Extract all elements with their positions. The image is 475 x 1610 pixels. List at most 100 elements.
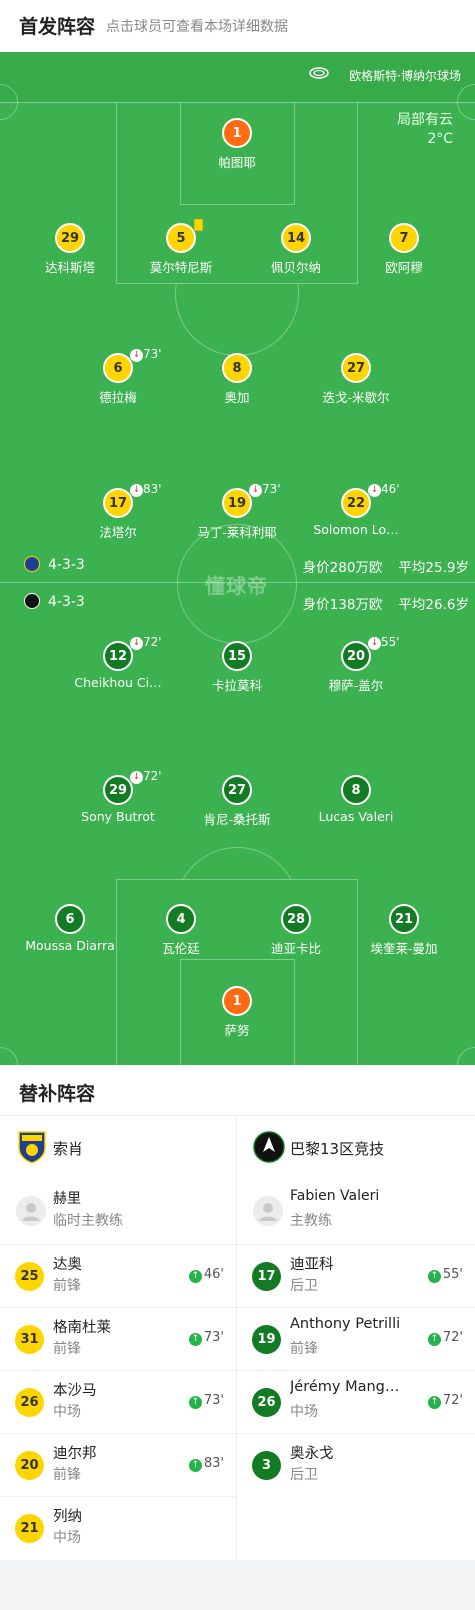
home-player[interactable]: 19 ↓ 73' 马丁-莱科利耶 xyxy=(177,482,297,541)
lineup-title: 首发阵容 xyxy=(19,16,96,38)
away-coach-name: Fabien Valeri xyxy=(290,1188,380,1204)
sub-on-minute: 72' xyxy=(442,1393,463,1408)
sub-off-minute: 72' xyxy=(143,769,162,783)
away-player[interactable]: 15 卡拉莫科 xyxy=(177,641,297,694)
home-player[interactable]: 22 ↓ 46' Solomon Lo… xyxy=(296,482,416,537)
home-player[interactable]: 1 帕图耶 xyxy=(177,118,297,171)
away-player[interactable]: 27 肯尼-桑托斯 xyxy=(177,775,297,828)
sub-on-icon: ↑ xyxy=(427,1333,441,1346)
sub-on-minute: 83' xyxy=(203,1456,224,1471)
corner-arc-bl xyxy=(0,1047,18,1065)
player-number: 12 xyxy=(103,641,133,671)
sub-position: 前锋 xyxy=(53,1341,81,1357)
home-player[interactable]: 29 达科斯塔 xyxy=(10,223,130,276)
sub-name: 迪亚科 xyxy=(290,1257,334,1273)
sub-on-minute: 55' xyxy=(442,1267,463,1282)
corner-arc-br xyxy=(457,1047,475,1065)
away-player[interactable]: 28 迪亚卡比 xyxy=(236,904,356,957)
sub-off-marker: ↓ 73' xyxy=(130,347,162,362)
sub-position: 后卫 xyxy=(290,1278,318,1294)
lineup-subtitle: 点击球员可查看本场详细数据 xyxy=(106,19,288,35)
player-name: 莫尔特尼斯 xyxy=(149,260,213,275)
sub-row[interactable]: 25 达奥 前锋 ↑ 46' xyxy=(0,1244,236,1307)
sub-name: 奥永戈 xyxy=(290,1446,334,1462)
sub-off-marker: ↓ 73' xyxy=(249,482,281,497)
away-player[interactable]: 6 Moussa Diarra xyxy=(10,904,130,953)
home-player[interactable]: 14 佩贝尔纳 xyxy=(236,223,356,276)
away-stats: 身价138万欧 平均26.6岁 xyxy=(287,593,469,613)
away-coach[interactable]: Fabien Valeri 主教练 xyxy=(237,1180,475,1244)
sub-row[interactable]: 19 Anthony Petrilli 前锋 ↑ 72' xyxy=(237,1307,475,1370)
player-name: 帕图耶 xyxy=(218,155,256,170)
sub-row[interactable]: 26 Jérémy Mang… 中场 ↑ 72' xyxy=(237,1370,475,1433)
away-player[interactable]: 21 埃奎莱-曼加 xyxy=(344,904,464,957)
away-player[interactable]: 4 瓦伦廷 xyxy=(121,904,241,957)
sub-on-minute: 72' xyxy=(442,1330,463,1345)
away-formation: 4-3-3 xyxy=(24,593,85,610)
sub-off-minute: 73' xyxy=(143,347,162,361)
sub-name: 迪尔邦 xyxy=(53,1446,97,1462)
player-name: 肯尼-桑托斯 xyxy=(203,812,271,827)
pitch: 欧格斯特·博纳尔球场 懂球帝 局部有云 2°C 1 帕图耶 29 达科斯塔 5 莫尔特尼斯… xyxy=(0,52,475,1065)
away-team-row[interactable]: 巴黎13区竞技 xyxy=(237,1116,475,1180)
home-player[interactable]: 8 奥加 xyxy=(177,353,297,406)
home-coach[interactable]: 赫里 临时主教练 xyxy=(0,1180,236,1244)
sub-row[interactable]: 17 迪亚科 后卫 ↑ 55' xyxy=(237,1244,475,1307)
player-name: 迭戈-米歇尔 xyxy=(322,390,390,405)
subs-title: 替补阵容 xyxy=(19,1083,96,1105)
yellow-card-icon xyxy=(194,219,203,231)
player-number: 7 xyxy=(389,223,419,253)
sub-off-marker: ↓ 83' xyxy=(130,482,162,497)
player-number: 14 xyxy=(281,223,311,253)
weather: 局部有云 2°C xyxy=(397,111,453,149)
sub-on-minute: 46' xyxy=(203,1267,224,1282)
sub-row[interactable]: 3 奥永戈 后卫 xyxy=(237,1433,475,1496)
sub-off-icon: ↓ xyxy=(130,349,143,362)
player-number: 8 xyxy=(222,353,252,383)
sub-off-marker: ↓ 72' xyxy=(130,635,162,650)
player-number: 21 xyxy=(389,904,419,934)
sub-off-minute: 46' xyxy=(381,482,400,496)
away-player[interactable]: 8 Lucas Valeri xyxy=(296,775,416,824)
player-number: 29 xyxy=(55,223,85,253)
player-number: 5 xyxy=(166,223,196,253)
player-number: 19 xyxy=(222,488,252,518)
sub-row[interactable]: 31 格南杜莱 前锋 ↑ 73' xyxy=(0,1307,236,1370)
away-player[interactable]: 1 萨努 xyxy=(177,986,297,1039)
home-player[interactable]: 17 ↓ 83' 法塔尔 xyxy=(58,482,178,541)
sub-row[interactable]: 21 列纳 中场 xyxy=(0,1496,236,1559)
home-player[interactable]: 27 迭戈-米歇尔 xyxy=(296,353,416,406)
away-player[interactable]: 12 ↓ 72' Cheikhou Ci… xyxy=(58,635,178,690)
sub-position: 前锋 xyxy=(53,1278,81,1294)
home-player[interactable]: 6 ↓ 73' 德拉梅 xyxy=(58,347,178,406)
home-team-row[interactable]: 索肖 xyxy=(0,1116,236,1180)
sub-position: 中场 xyxy=(53,1404,81,1420)
home-player[interactable]: 5 莫尔特尼斯 xyxy=(121,219,241,276)
away-value: 身价138万欧 xyxy=(302,597,383,613)
player-number: 15 xyxy=(222,641,252,671)
sub-number: 20 xyxy=(15,1451,44,1480)
sub-off-minute: 83' xyxy=(143,482,162,496)
sub-row[interactable]: 20 迪尔邦 前锋 ↑ 83' xyxy=(0,1433,236,1496)
player-name: 瓦伦廷 xyxy=(162,941,200,956)
lineup-header: 首发阵容 点击球员可查看本场详细数据 xyxy=(0,0,475,52)
away-player[interactable]: 29 ↓ 72' Sony Butrot xyxy=(58,769,178,824)
sub-on-icon: ↑ xyxy=(188,1270,202,1283)
home-player[interactable]: 7 欧阿穆 xyxy=(344,223,464,276)
sub-on-marker: ↑ 72' xyxy=(427,1393,463,1409)
player-name: 卡拉莫科 xyxy=(211,678,262,693)
sub-row[interactable]: 26 本沙马 中场 ↑ 73' xyxy=(0,1370,236,1433)
sub-name: 列纳 xyxy=(53,1509,82,1525)
sub-on-icon: ↑ xyxy=(427,1270,441,1283)
sub-off-minute: 73' xyxy=(262,482,281,496)
sub-name: Jérémy Mang… xyxy=(290,1379,400,1395)
player-number: 4 xyxy=(166,904,196,934)
stadium-icon xyxy=(309,67,329,79)
sub-name: 达奥 xyxy=(53,1257,82,1273)
away-player[interactable]: 20 ↓ 55' 穆萨-盖尔 xyxy=(296,635,416,694)
home-coach-role: 临时主教练 xyxy=(53,1213,123,1229)
weather-temp: 2°C xyxy=(427,131,453,147)
sub-off-icon: ↓ xyxy=(130,771,143,784)
player-name: 达科斯塔 xyxy=(44,260,95,275)
sub-on-icon: ↑ xyxy=(188,1459,202,1472)
